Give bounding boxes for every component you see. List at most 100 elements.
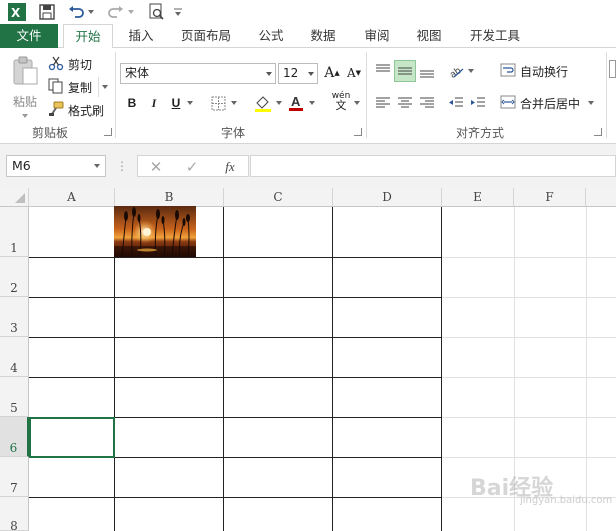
font-family-value: 宋体 [125, 66, 150, 80]
font-size-combo[interactable]: 12 [278, 63, 318, 84]
number-format-icon[interactable] [609, 60, 616, 78]
svg-text:ab: ab [448, 65, 464, 79]
tab-data[interactable]: 数据 [300, 24, 346, 48]
cancel-icon[interactable]: ✕ [146, 156, 166, 178]
borders-dropdown-icon[interactable] [229, 92, 239, 114]
paste-dropdown-icon [22, 114, 28, 118]
wrap-text-icon [500, 63, 516, 80]
print-preview-icon[interactable] [146, 2, 166, 22]
row-header-6[interactable]: 6 [0, 417, 29, 457]
borders-icon[interactable] [208, 92, 228, 114]
font-color-icon[interactable]: A [286, 92, 306, 114]
fill-color-dropdown-icon[interactable] [274, 92, 284, 114]
row-label: 1 [10, 241, 18, 255]
align-left-icon[interactable] [372, 92, 394, 114]
formula-bar-resize-icon[interactable]: ⋮ [116, 155, 128, 177]
redo-icon[interactable] [106, 2, 126, 22]
tab-developer[interactable]: 开发工具 [462, 24, 528, 48]
row-label: 8 [10, 519, 18, 531]
font-family-dropdown-icon [266, 72, 272, 76]
row-header-1[interactable]: 1 [0, 207, 29, 257]
tab-view[interactable]: 视图 [406, 24, 452, 48]
wrap-text-label: 自动换行 [520, 64, 569, 79]
formula-input[interactable] [250, 155, 616, 177]
align-bottom-icon[interactable] [416, 60, 438, 82]
tab-file[interactable]: 文件 [0, 24, 58, 48]
font-color-dropdown-icon[interactable] [307, 92, 317, 114]
copy-dropdown-icon [101, 85, 108, 89]
phonetic-dropdown-icon[interactable] [352, 92, 362, 114]
align-center-icon[interactable] [394, 92, 416, 114]
clipboard-launcher-icon[interactable] [104, 128, 112, 136]
active-cell-selection[interactable] [29, 417, 115, 458]
worksheet-grid[interactable]: A B C D E F 1 2 3 4 5 6 7 8 Bai经验 jingya… [0, 188, 616, 531]
row-header-8[interactable]: 8 [0, 497, 29, 531]
orientation-icon[interactable]: ab [446, 60, 466, 82]
column-header-d[interactable]: D [333, 188, 442, 207]
italic-button[interactable]: I [145, 92, 163, 114]
increase-font-size-icon[interactable]: A ▲ [322, 62, 342, 84]
align-top-icon[interactable] [372, 60, 394, 82]
select-all-corner[interactable] [0, 188, 29, 207]
copy-button[interactable]: 复制 [48, 77, 92, 97]
format-painter-button[interactable]: 格式刷 [48, 100, 104, 120]
phonetic-guide-icon[interactable]: wén 文 [330, 90, 352, 112]
decrease-font-size-icon[interactable]: A ▼ [344, 62, 364, 84]
sunset-reed-image[interactable] [114, 206, 196, 257]
save-icon[interactable] [36, 2, 58, 22]
redo-dropdown-icon[interactable] [126, 2, 136, 22]
copy-dropdown-button[interactable] [98, 77, 110, 97]
align-middle-icon[interactable] [394, 60, 416, 82]
undo-icon[interactable] [66, 2, 86, 22]
fill-color-icon[interactable] [252, 92, 274, 114]
column-header-c[interactable]: C [224, 188, 333, 207]
row-header-7[interactable]: 7 [0, 457, 29, 497]
increase-indent-icon[interactable] [468, 92, 488, 114]
tab-review[interactable]: 审阅 [354, 24, 400, 48]
decrease-indent-icon[interactable] [446, 92, 466, 114]
column-header-b[interactable]: B [115, 188, 224, 207]
font-launcher-icon[interactable] [354, 128, 362, 136]
column-header-a[interactable]: A [29, 188, 115, 207]
tab-home[interactable]: 开始 [63, 24, 113, 49]
group-divider [366, 52, 367, 138]
baidu-watermark-url: jingyan.baidu.com [520, 495, 613, 506]
undo-dropdown-icon[interactable] [86, 2, 96, 22]
table-border [29, 497, 442, 498]
group-divider [115, 52, 116, 138]
customize-qat-icon[interactable] [172, 2, 184, 22]
column-header-e[interactable]: E [442, 188, 514, 207]
row-header-3[interactable]: 3 [0, 297, 29, 337]
group-divider [606, 52, 607, 138]
name-box[interactable]: M6 [6, 155, 106, 177]
paste-button[interactable]: 粘贴 [8, 56, 42, 118]
row-header-5[interactable]: 5 [0, 377, 29, 417]
table-border [29, 257, 442, 258]
row-label: 2 [10, 281, 18, 295]
underline-button[interactable]: U [168, 92, 184, 114]
column-header-g[interactable] [586, 188, 616, 207]
formula-actions: ✕ ✓ fx [137, 155, 249, 177]
row-header-2[interactable]: 2 [0, 257, 29, 297]
insert-function-button[interactable]: fx [218, 156, 242, 178]
alignment-launcher-icon[interactable] [594, 128, 602, 136]
column-header-f[interactable]: F [514, 188, 586, 207]
orientation-dropdown-icon[interactable] [466, 60, 476, 82]
bold-button[interactable]: B [123, 92, 141, 114]
tab-page-layout[interactable]: 页面布局 [170, 24, 242, 48]
cut-button[interactable]: 剪切 [48, 54, 92, 74]
wrap-text-button[interactable]: 自动换行 [500, 61, 568, 81]
cut-label: 剪切 [68, 57, 93, 72]
merge-center-button[interactable]: 合并后居中 [500, 93, 595, 113]
table-border [223, 207, 224, 531]
align-right-icon[interactable] [416, 92, 438, 114]
underline-dropdown-icon[interactable] [185, 92, 195, 114]
row-header-4[interactable]: 4 [0, 337, 29, 377]
font-family-combo[interactable]: 宋体 [120, 63, 276, 84]
phonetic-glyph: 文 [335, 99, 347, 112]
tab-formulas[interactable]: 公式 [248, 24, 294, 48]
enter-icon[interactable]: ✓ [182, 156, 202, 178]
row-label: 4 [10, 361, 18, 375]
tab-insert[interactable]: 插入 [118, 24, 164, 48]
merge-center-icon [500, 95, 516, 112]
